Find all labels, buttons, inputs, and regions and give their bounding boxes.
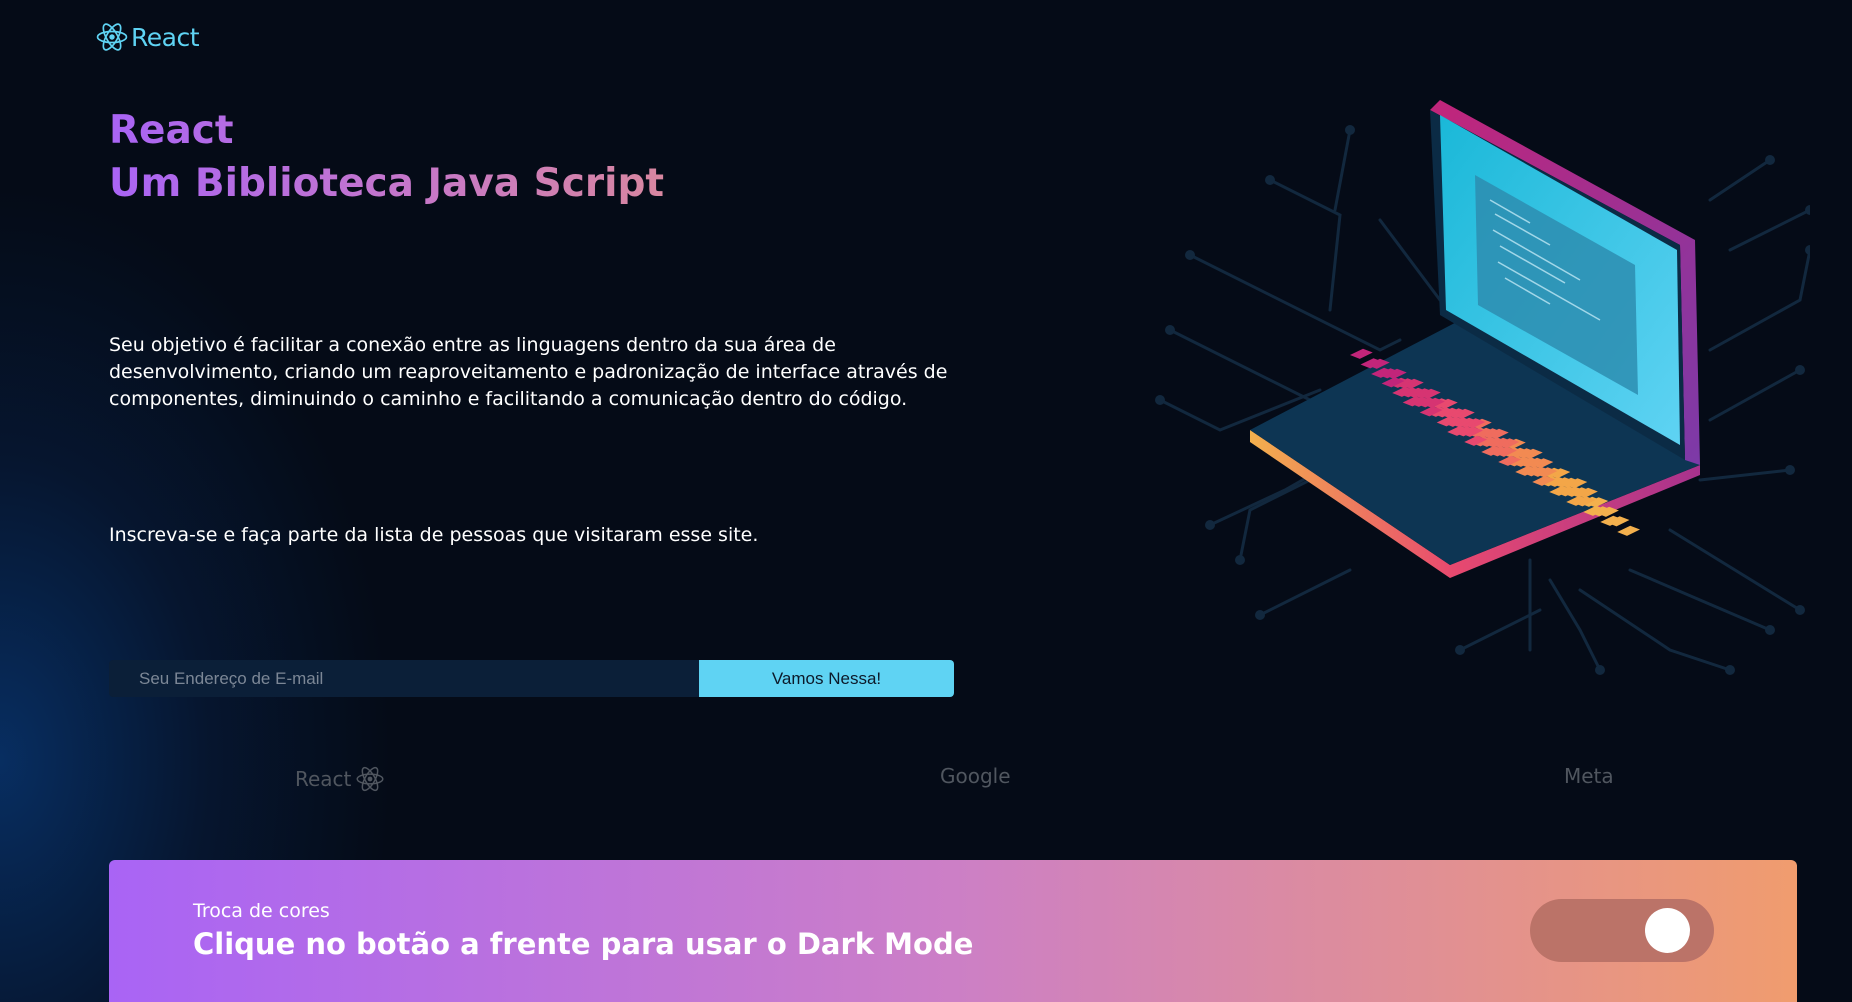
hero-description: Seu objetivo é facilitar a conexão entre… [109, 334, 948, 410]
banner-title: Clique no botão a frente para usar o Dar… [193, 927, 974, 961]
partner-meta-label: Meta [1564, 764, 1614, 788]
subscribe-button[interactable]: Vamos Nessa! [699, 660, 954, 697]
partner-react: React [295, 764, 385, 794]
partner-logos: React Google Meta [0, 764, 1852, 796]
react-atom-icon [96, 23, 128, 51]
dark-mode-toggle[interactable] [1530, 899, 1714, 962]
brand-logo[interactable]: React [95, 20, 200, 54]
email-input[interactable] [109, 660, 699, 697]
brand-name: React [131, 22, 200, 52]
subscribe-prompt: Inscreva-se e faça parte da lista de pes… [109, 524, 759, 546]
subscribe-form: Vamos Nessa! [109, 660, 954, 697]
hero-title-line2: Um Biblioteca Java Script [109, 161, 665, 206]
partner-react-label: React [295, 767, 352, 791]
keyboard-key [1350, 348, 1373, 359]
react-atom-icon [356, 766, 384, 792]
laptop-circuit-illustration [1155, 100, 1810, 675]
partner-google-label: Google [940, 764, 1011, 788]
partner-meta: Meta [1564, 764, 1614, 788]
partner-google: Google [940, 764, 1011, 788]
banner-kicker: Troca de cores [193, 900, 330, 922]
hero-title: React Um Biblioteca Java Script [109, 104, 664, 210]
toggle-knob [1645, 908, 1690, 953]
hero-title-line1: React [109, 108, 234, 153]
keyboard-key [1617, 525, 1640, 536]
dark-mode-banner: Troca de cores Clique no botão a frente … [109, 860, 1797, 1002]
